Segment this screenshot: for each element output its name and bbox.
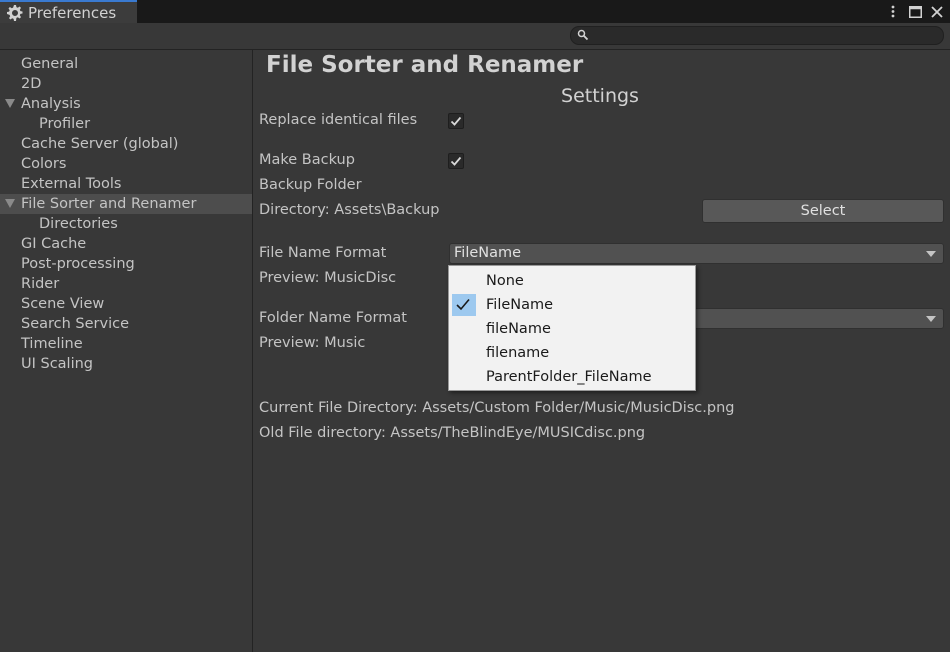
search-input[interactable] bbox=[593, 27, 933, 44]
tab-title: Preferences bbox=[28, 3, 117, 22]
backup-directory-label: Directory: Assets\Backup bbox=[259, 202, 440, 218]
folder-name-format-label: Folder Name Format bbox=[259, 310, 407, 326]
toolbar bbox=[0, 23, 950, 50]
menu-item-camel-filename[interactable]: fileName bbox=[450, 317, 694, 341]
old-directory-label: Old File directory: Assets/TheBlindEye/M… bbox=[259, 425, 646, 441]
preferences-sidebar: General 2D Analysis Profiler Cache Serve… bbox=[0, 50, 253, 652]
preferences-tab[interactable]: Preferences bbox=[0, 0, 137, 23]
sidebar-item-directories[interactable]: Directories bbox=[0, 214, 252, 234]
replace-identical-checkbox[interactable] bbox=[448, 113, 464, 129]
sidebar-item-ui-scaling[interactable]: UI Scaling bbox=[0, 354, 252, 374]
foldout-expanded-icon[interactable] bbox=[5, 199, 15, 208]
sidebar-item-file-sorter[interactable]: File Sorter and Renamer bbox=[0, 194, 252, 214]
sidebar-item-analysis[interactable]: Analysis bbox=[0, 94, 252, 114]
file-name-format-menu: None FileName fileName filename ParentFo… bbox=[448, 265, 696, 391]
backup-folder-label: Backup Folder bbox=[259, 177, 362, 193]
close-icon[interactable] bbox=[930, 4, 944, 20]
menu-item-none[interactable]: None bbox=[450, 269, 694, 293]
select-folder-button[interactable]: Select bbox=[702, 199, 944, 223]
current-directory-label: Current File Directory: Assets/Custom Fo… bbox=[259, 400, 735, 416]
checkmark-icon bbox=[450, 156, 462, 166]
sidebar-item-2d[interactable]: 2D bbox=[0, 74, 252, 94]
file-name-format-value: FileName bbox=[454, 245, 522, 261]
checkmark-icon bbox=[452, 294, 476, 316]
sidebar-item-rider[interactable]: Rider bbox=[0, 274, 252, 294]
maximize-icon[interactable] bbox=[908, 4, 922, 20]
menu-item-filename[interactable]: FileName bbox=[450, 293, 694, 317]
sidebar-item-general[interactable]: General bbox=[0, 54, 252, 74]
menu-item-parentfolder-filename[interactable]: ParentFolder_FileName bbox=[450, 365, 694, 389]
file-preview-label: Preview: MusicDisc bbox=[259, 270, 397, 286]
kebab-menu-icon[interactable] bbox=[886, 4, 900, 20]
window-tab-bar: Preferences bbox=[0, 0, 950, 23]
search-icon bbox=[577, 29, 589, 41]
chevron-down-icon bbox=[926, 251, 936, 257]
page-title: File Sorter and Renamer bbox=[266, 52, 584, 78]
checkmark-icon bbox=[450, 116, 462, 126]
sidebar-item-timeline[interactable]: Timeline bbox=[0, 334, 252, 354]
sidebar-item-scene-view[interactable]: Scene View bbox=[0, 294, 252, 314]
search-field[interactable] bbox=[570, 26, 944, 45]
sidebar-item-gi-cache[interactable]: GI Cache bbox=[0, 234, 252, 254]
file-name-format-label: File Name Format bbox=[259, 245, 387, 261]
make-backup-label: Make Backup bbox=[259, 152, 355, 168]
sidebar-item-cache-server[interactable]: Cache Server (global) bbox=[0, 134, 252, 154]
replace-identical-label: Replace identical files bbox=[259, 112, 418, 128]
sidebar-item-post-processing[interactable]: Post-processing bbox=[0, 254, 252, 274]
foldout-expanded-icon[interactable] bbox=[5, 99, 15, 108]
make-backup-checkbox[interactable] bbox=[448, 153, 464, 169]
gear-icon bbox=[7, 4, 23, 21]
chevron-down-icon bbox=[926, 316, 936, 322]
file-name-format-dropdown[interactable]: FileName bbox=[449, 243, 944, 264]
sidebar-item-external-tools[interactable]: External Tools bbox=[0, 174, 252, 194]
sidebar-item-search-service[interactable]: Search Service bbox=[0, 314, 252, 334]
folder-preview-label: Preview: Music bbox=[259, 335, 366, 351]
sidebar-item-colors[interactable]: Colors bbox=[0, 154, 252, 174]
section-title: Settings bbox=[561, 85, 639, 107]
sidebar-item-profiler[interactable]: Profiler bbox=[0, 114, 252, 134]
menu-item-lower-filename[interactable]: filename bbox=[450, 341, 694, 365]
